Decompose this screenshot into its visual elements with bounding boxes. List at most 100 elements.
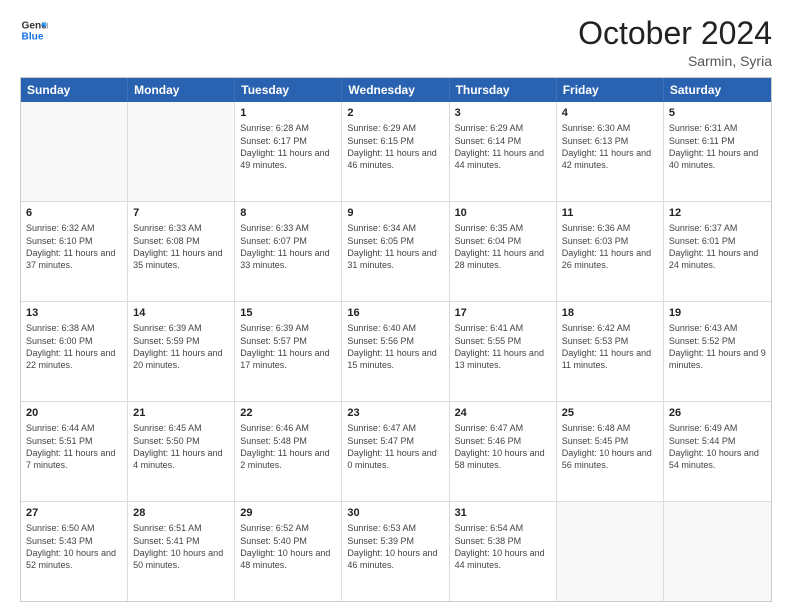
day-number: 11: [562, 206, 658, 220]
day-number: 22: [240, 406, 336, 420]
calendar-cell: 14 Sunrise: 6:39 AM Sunset: 5:59 PM Dayli…: [128, 302, 235, 401]
day-info: Sunrise: 6:32 AM Sunset: 6:10 PM Dayligh…: [26, 222, 122, 271]
day-number: 12: [669, 206, 766, 220]
day-number: 3: [455, 106, 551, 120]
calendar-cell: [21, 102, 128, 201]
day-number: 30: [347, 506, 443, 520]
day-number: 20: [26, 406, 122, 420]
calendar-cell: [664, 502, 771, 601]
day-number: 8: [240, 206, 336, 220]
calendar: SundayMondayTuesdayWednesdayThursdayFrid…: [20, 77, 772, 602]
day-info: Sunrise: 6:37 AM Sunset: 6:01 PM Dayligh…: [669, 222, 766, 271]
weekday-header: Tuesday: [235, 78, 342, 102]
calendar-cell: 18 Sunrise: 6:42 AM Sunset: 5:53 PM Dayli…: [557, 302, 664, 401]
day-info: Sunrise: 6:29 AM Sunset: 6:14 PM Dayligh…: [455, 122, 551, 171]
calendar-cell: 21Sunrise: 6:45 AM Sunset: 5:50 PM Dayli…: [128, 402, 235, 501]
calendar-cell: 3 Sunrise: 6:29 AM Sunset: 6:14 PM Daylig…: [450, 102, 557, 201]
calendar-cell: 19 Sunrise: 6:43 AM Sunset: 5:52 PM Dayli…: [664, 302, 771, 401]
day-info: Sunrise: 6:42 AM Sunset: 5:53 PM Dayligh…: [562, 322, 658, 371]
calendar-cell: 12 Sunrise: 6:37 AM Sunset: 6:01 PM Dayli…: [664, 202, 771, 301]
day-number: 26: [669, 406, 766, 420]
day-info: Sunrise: 6:43 AM Sunset: 5:52 PM Dayligh…: [669, 322, 766, 371]
calendar-cell: 30 Sunrise: 6:53 AM Sunset: 5:39 PM Dayli…: [342, 502, 449, 601]
day-number: 25: [562, 406, 658, 420]
day-info: Sunrise: 6:31 AM Sunset: 6:11 PM Dayligh…: [669, 122, 766, 171]
day-info: Sunrise: 6:36 AM Sunset: 6:03 PM Dayligh…: [562, 222, 658, 271]
calendar-cell: 29 Sunrise: 6:52 AM Sunset: 5:40 PM Dayli…: [235, 502, 342, 601]
day-number: 15: [240, 306, 336, 320]
calendar-cell: 25 Sunrise: 6:48 AM Sunset: 5:45 PM Dayli…: [557, 402, 664, 501]
calendar-cell: 22Sunrise: 6:46 AM Sunset: 5:48 PM Dayli…: [235, 402, 342, 501]
calendar-cell: 10Sunrise: 6:35 AM Sunset: 6:04 PM Dayli…: [450, 202, 557, 301]
day-number: 19: [669, 306, 766, 320]
logo: General Blue: [20, 16, 48, 44]
calendar-cell: 8Sunrise: 6:33 AM Sunset: 6:07 PM Daylig…: [235, 202, 342, 301]
day-number: 27: [26, 506, 122, 520]
day-number: 29: [240, 506, 336, 520]
day-info: Sunrise: 6:47 AM Sunset: 5:46 PM Dayligh…: [455, 422, 551, 471]
calendar-cell: 17 Sunrise: 6:41 AM Sunset: 5:55 PM Dayli…: [450, 302, 557, 401]
calendar-cell: 31Sunrise: 6:54 AM Sunset: 5:38 PM Dayli…: [450, 502, 557, 601]
weekday-header: Thursday: [450, 78, 557, 102]
weekday-header: Monday: [128, 78, 235, 102]
day-number: 14: [133, 306, 229, 320]
day-info: Sunrise: 6:47 AM Sunset: 5:47 PM Dayligh…: [347, 422, 443, 471]
day-info: Sunrise: 6:53 AM Sunset: 5:39 PM Dayligh…: [347, 522, 443, 571]
title-block: October 2024 Sarmin, Syria: [578, 16, 772, 69]
day-number: 23: [347, 406, 443, 420]
day-number: 17: [455, 306, 551, 320]
day-info: Sunrise: 6:52 AM Sunset: 5:40 PM Dayligh…: [240, 522, 336, 571]
day-info: Sunrise: 6:33 AM Sunset: 6:08 PM Dayligh…: [133, 222, 229, 271]
calendar-cell: 23 Sunrise: 6:47 AM Sunset: 5:47 PM Dayli…: [342, 402, 449, 501]
day-number: 6: [26, 206, 122, 220]
day-info: Sunrise: 6:40 AM Sunset: 5:56 PM Dayligh…: [347, 322, 443, 371]
calendar-body: 1Sunrise: 6:28 AM Sunset: 6:17 PM Daylig…: [21, 102, 771, 601]
day-number: 16: [347, 306, 443, 320]
weekday-header: Wednesday: [342, 78, 449, 102]
month-title: October 2024: [578, 16, 772, 51]
day-number: 4: [562, 106, 658, 120]
weekday-header: Saturday: [664, 78, 771, 102]
day-number: 18: [562, 306, 658, 320]
day-info: Sunrise: 6:39 AM Sunset: 5:59 PM Dayligh…: [133, 322, 229, 371]
calendar-cell: 13 Sunrise: 6:38 AM Sunset: 6:00 PM Dayli…: [21, 302, 128, 401]
day-info: Sunrise: 6:44 AM Sunset: 5:51 PM Dayligh…: [26, 422, 122, 471]
day-info: Sunrise: 6:34 AM Sunset: 6:05 PM Dayligh…: [347, 222, 443, 271]
day-number: 28: [133, 506, 229, 520]
logo-icon: General Blue: [20, 16, 48, 44]
calendar-week: 20 Sunrise: 6:44 AM Sunset: 5:51 PM Dayli…: [21, 402, 771, 502]
weekday-header: Sunday: [21, 78, 128, 102]
calendar-cell: 4Sunrise: 6:30 AM Sunset: 6:13 PM Daylig…: [557, 102, 664, 201]
day-info: Sunrise: 6:35 AM Sunset: 6:04 PM Dayligh…: [455, 222, 551, 271]
page: General Blue October 2024 Sarmin, Syria …: [0, 0, 792, 612]
location: Sarmin, Syria: [578, 53, 772, 69]
calendar-cell: 9 Sunrise: 6:34 AM Sunset: 6:05 PM Daylig…: [342, 202, 449, 301]
day-info: Sunrise: 6:50 AM Sunset: 5:43 PM Dayligh…: [26, 522, 122, 571]
day-info: Sunrise: 6:48 AM Sunset: 5:45 PM Dayligh…: [562, 422, 658, 471]
calendar-header: SundayMondayTuesdayWednesdayThursdayFrid…: [21, 78, 771, 102]
day-number: 13: [26, 306, 122, 320]
header: General Blue October 2024 Sarmin, Syria: [20, 16, 772, 69]
day-number: 9: [347, 206, 443, 220]
calendar-cell: 5Sunrise: 6:31 AM Sunset: 6:11 PM Daylig…: [664, 102, 771, 201]
day-number: 1: [240, 106, 336, 120]
calendar-week: 6 Sunrise: 6:32 AM Sunset: 6:10 PM Daylig…: [21, 202, 771, 302]
day-info: Sunrise: 6:41 AM Sunset: 5:55 PM Dayligh…: [455, 322, 551, 371]
calendar-cell: 16 Sunrise: 6:40 AM Sunset: 5:56 PM Dayli…: [342, 302, 449, 401]
day-number: 2: [347, 106, 443, 120]
day-number: 7: [133, 206, 229, 220]
calendar-cell: [557, 502, 664, 601]
day-info: Sunrise: 6:38 AM Sunset: 6:00 PM Dayligh…: [26, 322, 122, 371]
calendar-cell: 7 Sunrise: 6:33 AM Sunset: 6:08 PM Daylig…: [128, 202, 235, 301]
calendar-cell: 1Sunrise: 6:28 AM Sunset: 6:17 PM Daylig…: [235, 102, 342, 201]
day-number: 24: [455, 406, 551, 420]
calendar-cell: 28 Sunrise: 6:51 AM Sunset: 5:41 PM Dayli…: [128, 502, 235, 601]
calendar-cell: 27 Sunrise: 6:50 AM Sunset: 5:43 PM Dayli…: [21, 502, 128, 601]
calendar-cell: 26Sunrise: 6:49 AM Sunset: 5:44 PM Dayli…: [664, 402, 771, 501]
calendar-week: 27 Sunrise: 6:50 AM Sunset: 5:43 PM Dayli…: [21, 502, 771, 601]
calendar-cell: 15Sunrise: 6:39 AM Sunset: 5:57 PM Dayli…: [235, 302, 342, 401]
calendar-cell: 11 Sunrise: 6:36 AM Sunset: 6:03 PM Dayli…: [557, 202, 664, 301]
calendar-cell: 24 Sunrise: 6:47 AM Sunset: 5:46 PM Dayli…: [450, 402, 557, 501]
day-info: Sunrise: 6:51 AM Sunset: 5:41 PM Dayligh…: [133, 522, 229, 571]
calendar-week: 13 Sunrise: 6:38 AM Sunset: 6:00 PM Dayli…: [21, 302, 771, 402]
